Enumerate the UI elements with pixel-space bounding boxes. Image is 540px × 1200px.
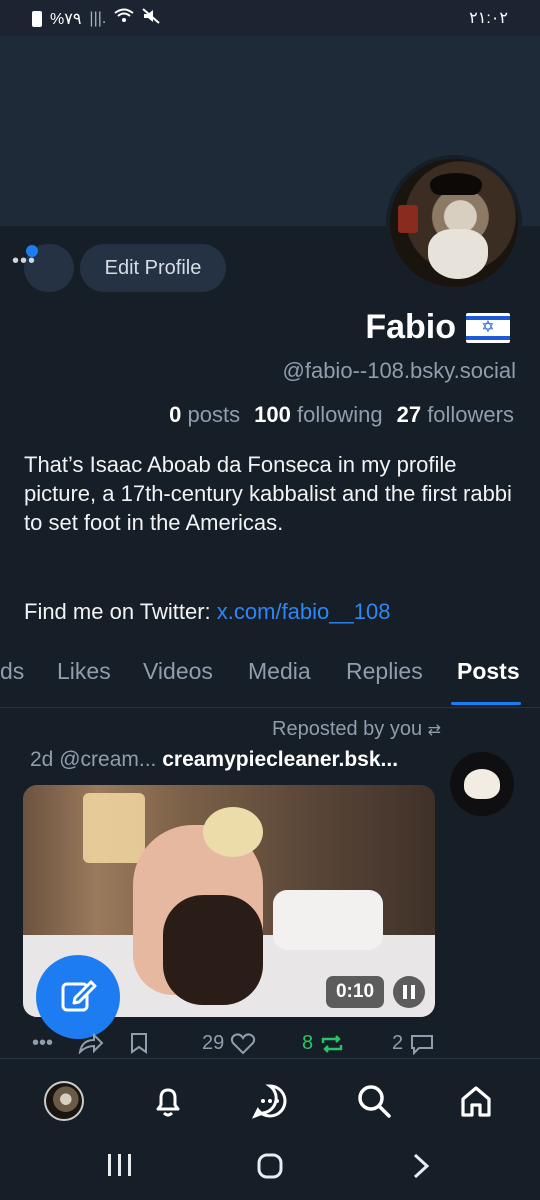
chat-icon xyxy=(251,1084,287,1119)
reply-count: 2 xyxy=(392,1032,404,1054)
signal-icon: |||. xyxy=(89,9,107,27)
tab-posts[interactable]: Posts xyxy=(457,658,520,685)
battery-icon xyxy=(32,10,42,27)
notification-dot xyxy=(26,245,38,257)
bell-icon xyxy=(156,1088,180,1117)
tab-media[interactable]: Media xyxy=(248,658,311,685)
repost-count: 8 xyxy=(302,1032,314,1054)
repost-icon xyxy=(321,1034,343,1053)
profile-name: Fabio xyxy=(365,308,456,346)
israel-flag-icon: ✡ xyxy=(466,312,510,343)
wifi-icon xyxy=(114,8,134,29)
home-icon xyxy=(461,1086,491,1117)
reply-button[interactable]: 2 xyxy=(392,1032,435,1055)
compose-icon xyxy=(59,976,97,1019)
avatar-crest xyxy=(398,205,418,233)
search-icon xyxy=(358,1085,391,1118)
repost-small-icon: ⇄ xyxy=(427,722,442,739)
profile-avatar[interactable] xyxy=(386,155,522,291)
video-duration: 0:10 xyxy=(326,976,384,1008)
comment-icon xyxy=(411,1034,434,1055)
post-author[interactable]: creamypiecleaner.bsk... xyxy=(162,748,398,771)
active-tab-indicator xyxy=(451,702,521,705)
tab-replies[interactable]: Replies xyxy=(346,658,423,685)
followers-stat[interactable]: 27 followers xyxy=(397,402,514,428)
following-stat[interactable]: 100 following xyxy=(254,402,382,428)
post-meta: 2d @cream... creamypiecleaner.bsk... xyxy=(30,748,398,772)
status-time: ۲۱:۰۲ xyxy=(469,10,508,27)
like-button[interactable]: 29 xyxy=(202,1032,256,1055)
video-figure-hair xyxy=(203,807,263,857)
profile-name-row: Fabio ✡ xyxy=(365,308,510,347)
mute-icon xyxy=(142,8,161,29)
heart-icon xyxy=(231,1032,256,1054)
posts-stat: 0 posts xyxy=(169,402,241,427)
repost-button[interactable]: 8 xyxy=(302,1032,345,1055)
status-left: %۷۹ |||. xyxy=(32,8,161,29)
nav-search[interactable] xyxy=(352,1079,396,1123)
tab-feeds[interactable]: ds xyxy=(0,658,24,685)
share-icon[interactable] xyxy=(78,1032,104,1054)
post-handle[interactable]: @cream... xyxy=(59,748,156,771)
twitter-prefix: Find me on Twitter: xyxy=(24,599,217,624)
bottom-navigation xyxy=(0,1058,540,1139)
pause-button[interactable] xyxy=(393,976,425,1008)
avatar-hat xyxy=(430,173,482,195)
home-system-icon[interactable] xyxy=(256,1152,284,1185)
repost-label: Reposted by you xyxy=(272,718,423,740)
system-navigation xyxy=(0,1138,540,1200)
edit-profile-button[interactable]: Edit Profile xyxy=(80,244,226,292)
nav-chat[interactable] xyxy=(248,1079,292,1123)
nav-home[interactable] xyxy=(454,1079,498,1123)
twitter-link[interactable]: x.com/fabio__108 xyxy=(217,599,391,624)
like-count: 29 xyxy=(202,1032,225,1054)
back-chevron-icon[interactable] xyxy=(410,1152,432,1185)
repost-indicator: Reposted by you ⇄ xyxy=(272,718,441,741)
battery-level: %۷۹ xyxy=(50,10,82,28)
compose-post-button[interactable] xyxy=(36,955,120,1039)
tab-videos[interactable]: Videos xyxy=(143,658,213,685)
avatar-mascot xyxy=(464,769,500,799)
video-figure-dark xyxy=(163,895,263,1005)
video-lamp xyxy=(83,793,145,863)
nav-notifications[interactable] xyxy=(146,1079,190,1123)
nav-profile[interactable] xyxy=(42,1079,86,1123)
post-author-avatar[interactable] xyxy=(450,752,514,816)
tab-likes[interactable]: Likes xyxy=(57,658,111,685)
profile-bio: That’s Isaac Aboab da Fonseca in my prof… xyxy=(24,452,512,535)
recent-apps-icon[interactable] xyxy=(106,1152,134,1183)
profile-twitter-line: Find me on Twitter: x.com/fabio__108 xyxy=(24,599,390,625)
profile-handle[interactable]: @fabio--108.bsky.social xyxy=(283,358,516,384)
nav-avatar xyxy=(44,1081,84,1121)
profile-stats: 0 posts 100 following 27 followers xyxy=(169,402,514,428)
video-pillow xyxy=(273,890,383,950)
avatar-beard xyxy=(428,229,488,279)
profile-tabs: ds Likes Videos Media Replies Posts xyxy=(0,645,540,708)
post-more-icon[interactable]: ••• xyxy=(32,1032,53,1055)
post-age: 2d xyxy=(30,748,54,771)
bookmark-icon[interactable] xyxy=(130,1032,148,1054)
